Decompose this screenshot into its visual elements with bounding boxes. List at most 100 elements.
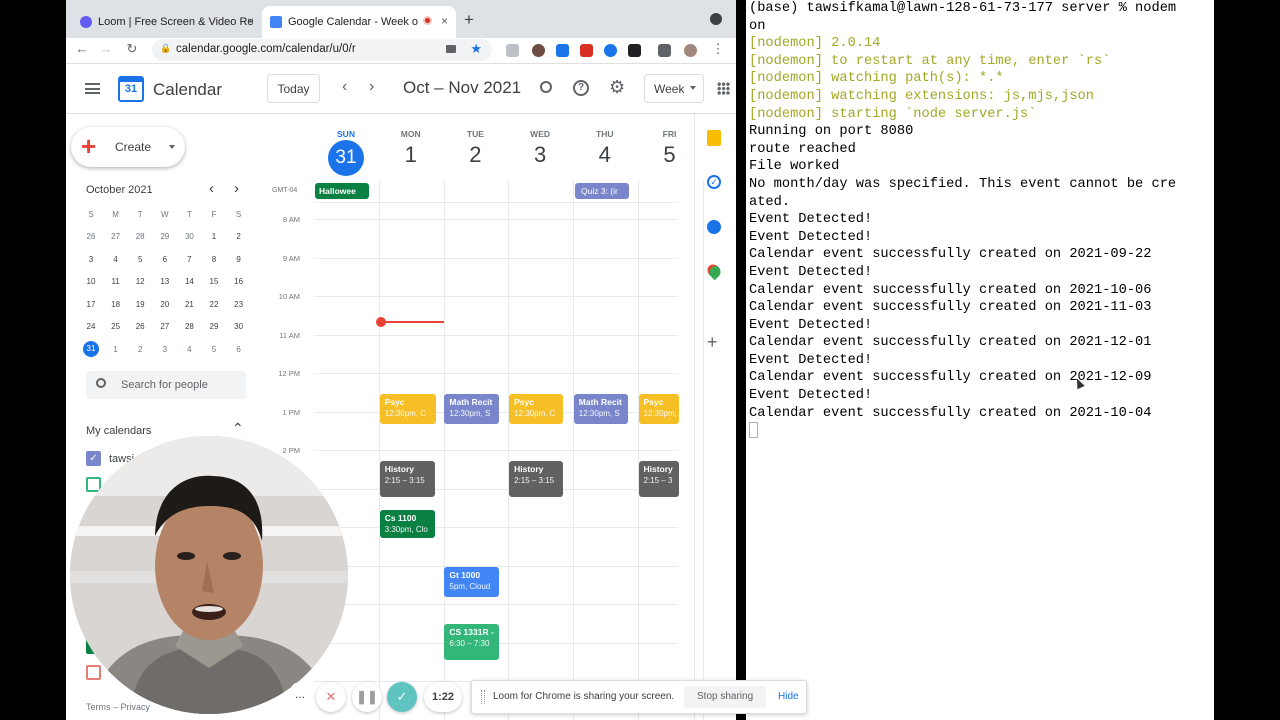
mini-day[interactable]: 18: [104, 300, 128, 309]
mini-day[interactable]: 9: [227, 255, 251, 264]
camera-icon[interactable]: [446, 45, 456, 53]
mini-day[interactable]: 4: [104, 255, 128, 264]
calendar-checkbox[interactable]: [86, 665, 101, 680]
next-week-icon[interactable]: ›: [369, 78, 374, 96]
mini-day[interactable]: 24: [79, 322, 103, 331]
calendar-event[interactable]: History 2:15 – 3:15: [509, 461, 564, 497]
address-bar[interactable]: 🔒 calendar.google.com/calendar/u/0/r ★: [152, 39, 492, 61]
mini-day[interactable]: 19: [128, 300, 152, 309]
profile-avatar[interactable]: [684, 44, 697, 57]
mini-day[interactable]: 26: [128, 322, 152, 331]
extension-icon[interactable]: [628, 44, 641, 57]
mini-day[interactable]: 28: [177, 322, 201, 331]
tab-close-icon[interactable]: ×: [247, 14, 254, 28]
mini-day[interactable]: 27: [153, 322, 177, 331]
tab-google-calendar[interactable]: Google Calendar - Week o ×: [262, 6, 456, 38]
reload-icon[interactable]: ↻: [122, 41, 142, 57]
mini-day[interactable]: 30: [177, 232, 201, 241]
tab-search-icon[interactable]: [710, 13, 722, 25]
loom-pause-icon[interactable]: ❚❚: [352, 682, 382, 712]
mini-day[interactable]: 5: [128, 255, 152, 264]
allday-event[interactable]: Quiz 3: (ir: [575, 183, 629, 199]
mini-next-icon[interactable]: ›: [234, 180, 239, 197]
terminal-window[interactable]: (base) tawsifkamal@lawn-128-61-73-177 se…: [746, 0, 1214, 720]
mini-day[interactable]: 25: [104, 322, 128, 331]
extension-icon[interactable]: [580, 44, 593, 57]
create-button[interactable]: + Create: [71, 127, 185, 167]
mini-day[interactable]: 1: [202, 232, 226, 241]
day-number[interactable]: 4: [573, 142, 637, 168]
stop-sharing-button[interactable]: Stop sharing: [684, 686, 767, 708]
tasks-icon[interactable]: ✓: [707, 175, 721, 189]
calendar-event[interactable]: Psyc 12:30pm, C: [379, 394, 436, 424]
mini-day[interactable]: 16: [227, 277, 251, 286]
webcam-bubble[interactable]: [70, 436, 348, 714]
extension-icon[interactable]: [532, 44, 545, 57]
calendar-checkbox[interactable]: ✓: [86, 451, 101, 466]
keep-icon[interactable]: [707, 130, 721, 146]
mini-day[interactable]: 10: [79, 277, 103, 286]
loom-cancel-icon[interactable]: ✕: [316, 682, 346, 712]
mini-day[interactable]: 29: [202, 322, 226, 331]
extension-icon[interactable]: [506, 44, 519, 57]
today-button[interactable]: Today: [267, 74, 320, 103]
mini-day[interactable]: 6: [227, 345, 251, 354]
allday-event[interactable]: Hallowee: [315, 183, 369, 199]
calendar-event[interactable]: Psyc 12:30pm, C: [638, 394, 679, 424]
settings-gear-icon[interactable]: ⚙: [609, 77, 625, 98]
mini-day[interactable]: 7: [177, 255, 201, 264]
forward-icon[interactable]: →: [96, 41, 116, 56]
mini-prev-icon[interactable]: ‹: [209, 180, 214, 197]
view-select[interactable]: Week: [644, 74, 704, 103]
mini-day[interactable]: 31: [83, 340, 99, 357]
day-number[interactable]: 5: [638, 142, 702, 168]
tab-loom[interactable]: Loom | Free Screen & Video Re ×: [72, 6, 262, 38]
mini-day[interactable]: 22: [202, 300, 226, 309]
mini-day[interactable]: 8: [202, 255, 226, 264]
terms-privacy-link[interactable]: Terms – Privacy: [86, 702, 150, 712]
hide-button[interactable]: Hide: [778, 691, 799, 702]
mini-day[interactable]: 20: [153, 300, 177, 309]
calendar-event[interactable]: History 2:15 – 3:15: [379, 461, 435, 497]
loom-more-icon[interactable]: ...: [290, 682, 310, 712]
my-calendars-heading[interactable]: My calendars: [86, 425, 151, 437]
mini-day[interactable]: 26: [79, 232, 103, 241]
extension-icon[interactable]: [604, 44, 617, 57]
mini-day[interactable]: 1: [104, 345, 128, 354]
mini-day[interactable]: 4: [177, 345, 201, 354]
mini-day[interactable]: 27: [104, 232, 128, 241]
mini-day[interactable]: 28: [128, 232, 152, 241]
add-addon-icon[interactable]: +: [707, 332, 718, 353]
day-number[interactable]: 2: [443, 142, 507, 168]
mini-day[interactable]: 21: [177, 300, 201, 309]
mini-day[interactable]: 3: [79, 255, 103, 264]
mini-day[interactable]: 29: [153, 232, 177, 241]
calendar-event[interactable]: Gt 1000 5pm, Cloud: [444, 567, 500, 597]
mini-day[interactable]: 11: [104, 277, 128, 286]
help-icon[interactable]: ?: [573, 80, 589, 96]
apps-grid-icon[interactable]: [717, 82, 730, 95]
extension-icon[interactable]: [556, 44, 569, 57]
calendar-event[interactable]: Cs 1100 3:30pm, Clo: [379, 510, 435, 538]
calendar-event[interactable]: Math Recit 12:30pm, S: [444, 394, 500, 424]
mini-day[interactable]: 14: [177, 277, 201, 286]
mini-day[interactable]: 17: [79, 300, 103, 309]
mini-day[interactable]: 5: [202, 345, 226, 354]
today-date-circle[interactable]: 31: [328, 140, 364, 176]
mini-day[interactable]: 13: [153, 277, 177, 286]
tab-close-icon[interactable]: ×: [441, 14, 448, 28]
new-tab-button[interactable]: +: [464, 10, 474, 30]
calendar-event[interactable]: Math Recit 12:30pm, S: [573, 394, 628, 424]
mini-day[interactable]: 6: [153, 255, 177, 264]
bookmark-star-icon[interactable]: ★: [470, 41, 482, 57]
mini-day[interactable]: 12: [128, 277, 152, 286]
back-icon[interactable]: ←: [72, 41, 92, 56]
mini-day[interactable]: 23: [227, 300, 251, 309]
calendar-event[interactable]: History 2:15 – 3: [638, 461, 679, 497]
mini-day[interactable]: 30: [227, 322, 251, 331]
day-number[interactable]: 3: [508, 142, 572, 168]
contacts-icon[interactable]: [707, 220, 721, 234]
mini-day[interactable]: 15: [202, 277, 226, 286]
prev-week-icon[interactable]: ‹: [342, 78, 347, 96]
puzzle-extensions-icon[interactable]: [658, 44, 671, 57]
